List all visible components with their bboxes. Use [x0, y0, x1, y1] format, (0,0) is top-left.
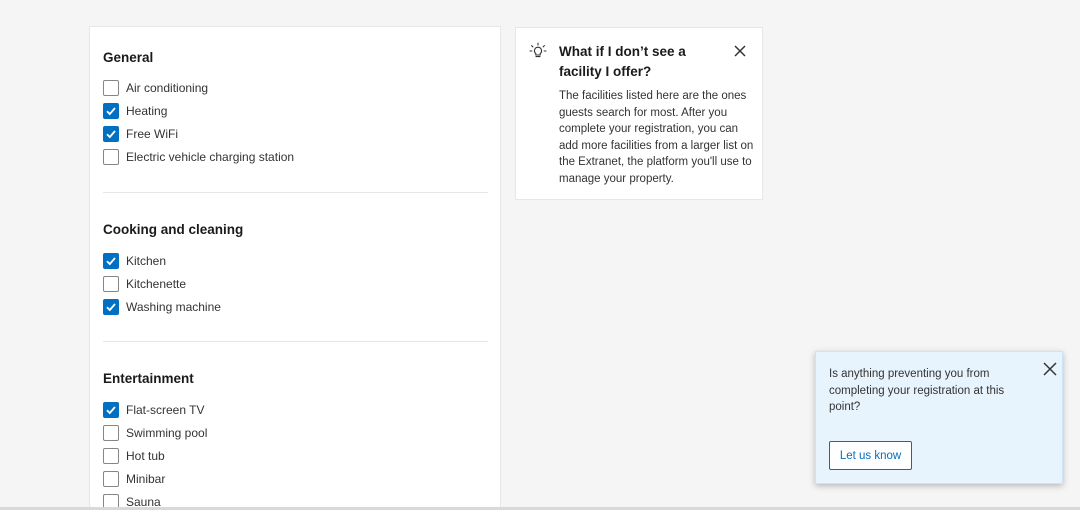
- page: General Air conditioning Heating Free Wi…: [0, 0, 1080, 510]
- section-general: General Air conditioning Heating Free Wi…: [103, 49, 489, 165]
- checkbox-row-hot-tub[interactable]: Hot tub: [103, 447, 165, 465]
- info-card: What if I don’t see a facility I offer? …: [515, 27, 763, 200]
- feedback-text: Is anything preventing you from completi…: [829, 368, 1005, 413]
- checkbox[interactable]: [103, 448, 119, 464]
- info-body: The facilities listed here are the ones …: [559, 90, 754, 185]
- checkbox[interactable]: [103, 402, 119, 418]
- close-icon[interactable]: [733, 44, 747, 58]
- checkbox-label: Heating: [126, 104, 168, 118]
- section-title: General: [103, 50, 154, 65]
- checkbox-row-air-conditioning[interactable]: Air conditioning: [103, 79, 208, 97]
- checkbox-label: Kitchenette: [126, 277, 187, 291]
- section-cooking-cleaning: Cooking and cleaning Kitchen Kitchenette…: [103, 221, 489, 315]
- close-icon[interactable]: [1042, 361, 1058, 377]
- checkbox[interactable]: [103, 253, 119, 269]
- checkbox-label: Electric vehicle charging station: [126, 150, 295, 164]
- checkbox[interactable]: [103, 103, 119, 119]
- checkbox-label: Kitchen: [126, 254, 167, 268]
- divider: [103, 192, 488, 193]
- checkmark-icon: [106, 303, 116, 312]
- checkbox[interactable]: [103, 471, 119, 487]
- checkbox-label: Air conditioning: [126, 81, 209, 95]
- checkbox-row-free-wifi[interactable]: Free WiFi: [103, 125, 178, 143]
- let-us-know-button[interactable]: Let us know: [829, 441, 912, 470]
- info-title: What if I don’t see a facility I offer?: [559, 44, 686, 79]
- divider: [103, 341, 488, 342]
- checkbox[interactable]: [103, 276, 119, 292]
- checkbox-label: Hot tub: [126, 449, 165, 463]
- checkbox[interactable]: [103, 425, 119, 441]
- checkbox-row-ev-charging[interactable]: Electric vehicle charging station: [103, 148, 294, 166]
- checkbox-label: Free WiFi: [126, 127, 178, 141]
- checkmark-icon: [106, 406, 116, 415]
- section-title: Cooking and cleaning: [103, 222, 244, 237]
- checkbox-label: Minibar: [126, 472, 166, 486]
- checkbox-row-kitchen[interactable]: Kitchen: [103, 252, 166, 270]
- checkbox-row-swimming-pool[interactable]: Swimming pool: [103, 424, 207, 442]
- checkbox[interactable]: [103, 149, 119, 165]
- checkbox-label: Washing machine: [126, 300, 221, 314]
- checkbox-label: Swimming pool: [126, 426, 208, 440]
- feedback-toast: Is anything preventing you from completi…: [815, 351, 1063, 484]
- checkbox-row-minibar[interactable]: Minibar: [103, 470, 165, 488]
- checkbox-row-kitchenette[interactable]: Kitchenette: [103, 275, 186, 293]
- checkbox-row-washing-machine[interactable]: Washing machine: [103, 298, 221, 316]
- checkbox[interactable]: [103, 126, 119, 142]
- checkmark-icon: [106, 257, 116, 266]
- section-title: Entertainment: [103, 371, 194, 386]
- facilities-card: General Air conditioning Heating Free Wi…: [89, 26, 501, 510]
- checkmark-icon: [106, 107, 116, 116]
- checkbox[interactable]: [103, 80, 119, 96]
- checkbox-row-flat-screen-tv[interactable]: Flat-screen TV: [103, 401, 204, 419]
- checkmark-icon: [106, 130, 116, 139]
- checkbox-label: Flat-screen TV: [126, 403, 205, 417]
- section-entertainment: Entertainment Flat-screen TV Swimming po…: [103, 370, 489, 510]
- checkbox-row-heating[interactable]: Heating: [103, 102, 167, 120]
- lightbulb-icon: [529, 42, 547, 58]
- checkbox[interactable]: [103, 299, 119, 315]
